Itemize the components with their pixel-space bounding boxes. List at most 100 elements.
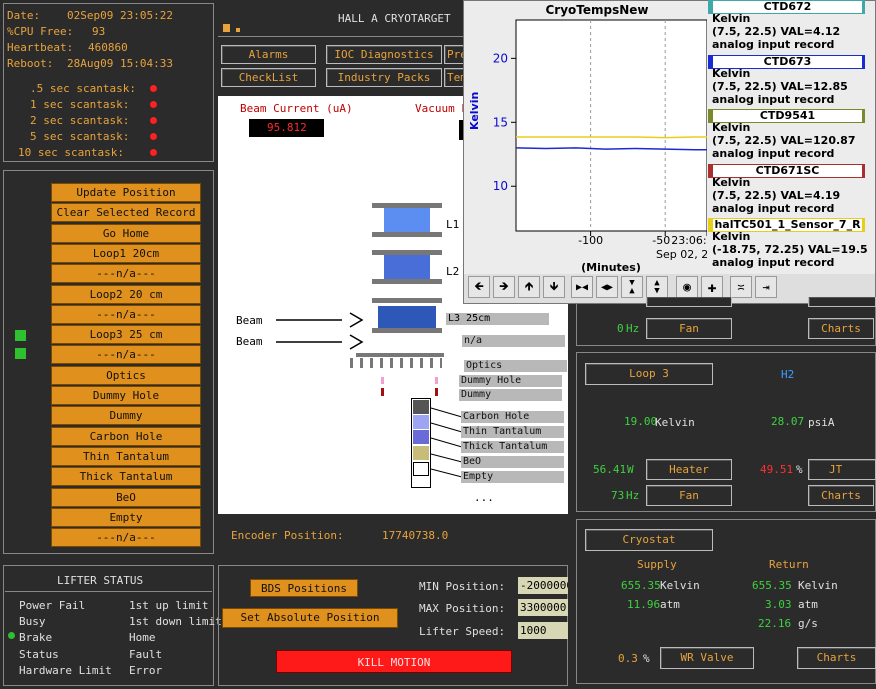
legend-series-type: analog input record bbox=[712, 38, 835, 51]
auto-scale-icon[interactable]: ◉ bbox=[676, 276, 698, 298]
lifter-flag-label: Hardware Limit bbox=[19, 664, 112, 677]
max-position-input[interactable]: 3300000 bbox=[518, 599, 568, 616]
target-button[interactable]: Optics bbox=[51, 365, 201, 385]
loop3-jt-valve-button[interactable]: JT Valve bbox=[808, 459, 876, 480]
cryostat-charts-button[interactable]: Charts bbox=[797, 647, 876, 669]
loop2-jt-valve-button[interactable] bbox=[808, 297, 876, 307]
set-absolute-position-button[interactable]: Set Absolute Position bbox=[222, 608, 398, 628]
lifter-flag-label: Home bbox=[129, 631, 156, 644]
loop3-cell bbox=[378, 306, 436, 328]
target-button[interactable]: ---n/a--- bbox=[51, 528, 201, 548]
dummy-marker bbox=[435, 388, 438, 396]
dummy-position-bar: Dummy bbox=[459, 389, 562, 401]
return-temperature-value: 655.35 bbox=[752, 579, 792, 592]
target-button[interactable]: Clear Selected Record bbox=[51, 203, 201, 223]
target-button[interactable]: Thick Tantalum bbox=[51, 467, 201, 487]
ioc-diagnostics-button[interactable]: IOC Diagnostics bbox=[326, 45, 442, 64]
legend-series-range: (7.5, 22.5) VAL=12.85 bbox=[712, 79, 848, 93]
target-button[interactable]: Carbon Hole bbox=[51, 426, 201, 446]
brake-indicator bbox=[8, 632, 15, 639]
loop3-cell-frame bbox=[372, 298, 442, 303]
loop3-heater-button[interactable]: Heater bbox=[646, 459, 732, 480]
thin-tantalum-position-bar: Thin Tantalum bbox=[461, 426, 564, 438]
min-position-label: MIN Position: bbox=[419, 580, 506, 593]
loop3-heater-power-value: 56.41 bbox=[593, 463, 627, 476]
supply-pressure-value: 11.96 bbox=[627, 598, 661, 611]
reboot-label: Reboot: bbox=[7, 57, 54, 70]
pan-left-icon[interactable]: 🡸 bbox=[468, 276, 490, 298]
date-label: Date: bbox=[7, 9, 41, 22]
loop2-charts-button[interactable]: Charts bbox=[808, 318, 874, 339]
loop2-fan-button[interactable]: Fan bbox=[646, 318, 732, 339]
target-button[interactable]: BeO bbox=[51, 487, 201, 507]
encoder-position-value: 17740738.0 bbox=[382, 529, 449, 542]
loop3-fan-frequency-unit: Hz bbox=[626, 489, 640, 502]
loop3-fan-frequency-value: 73 bbox=[611, 489, 625, 502]
loop2-heater-button[interactable] bbox=[646, 297, 732, 307]
reboot-value: 28Aug09 15:04:33 bbox=[67, 57, 173, 70]
target-ladder bbox=[372, 200, 442, 400]
loop2-cell bbox=[384, 255, 430, 279]
loop3-pressure-value: 28.07 bbox=[771, 415, 805, 428]
return-temperature-unit: Kelvin bbox=[798, 579, 838, 592]
wr-valve-unit: % bbox=[643, 652, 650, 665]
zoom-out-horizontal-icon[interactable]: ◀▶ bbox=[596, 276, 618, 298]
loop3-fan-button[interactable]: Fan bbox=[646, 485, 732, 506]
target-button[interactable]: ---n/a--- bbox=[51, 264, 201, 284]
empty-slot bbox=[413, 462, 429, 476]
industry-packs-button[interactable]: Industry Packs bbox=[326, 68, 442, 87]
target-button[interactable]: ---n/a--- bbox=[51, 304, 201, 324]
min-position-input[interactable]: -2000000 bbox=[518, 577, 568, 594]
pan-up-icon[interactable]: 🡹 bbox=[518, 276, 540, 298]
jump-to-present-icon[interactable]: ⇥ bbox=[755, 276, 777, 298]
zoom-out-vertical-icon[interactable]: ▲ ▼ bbox=[646, 276, 668, 298]
temperature-strip-chart[interactable]: 10 15 20 Kelvin CryoTempsNew -100 -5023:06:11S… bbox=[464, 0, 707, 274]
legend-series-unit: Kelvin bbox=[712, 121, 751, 134]
lifter-speed-input[interactable]: 1000 bbox=[518, 622, 568, 639]
target-button[interactable]: Loop3 25 cm bbox=[51, 325, 201, 345]
loop1-cell bbox=[384, 208, 430, 232]
empty-position-bar: Empty bbox=[461, 471, 564, 483]
loop3-button[interactable]: Loop 3 bbox=[585, 363, 713, 385]
target-button[interactable]: ---n/a--- bbox=[51, 345, 201, 365]
solid-target-frame bbox=[356, 353, 444, 357]
chart-toolbar-overflow bbox=[780, 276, 874, 298]
zoom-in-horizontal-icon[interactable]: ▶◀ bbox=[571, 276, 593, 298]
target-button[interactable]: Loop2 20 cm bbox=[51, 284, 201, 304]
target-button[interactable]: Loop1 20cm bbox=[51, 243, 201, 263]
cryostat-button[interactable]: Cryostat bbox=[585, 529, 713, 551]
beo-position-bar: BeO bbox=[461, 456, 564, 468]
scantask-alarm-indicator bbox=[150, 85, 157, 92]
target-button[interactable]: Update Position bbox=[51, 183, 201, 202]
plot-area[interactable] bbox=[515, 19, 707, 232]
dummy-marker bbox=[381, 388, 384, 396]
alarms-button[interactable]: Alarms bbox=[221, 45, 316, 64]
legend-series-range: (7.5, 22.5) VAL=4.12 bbox=[712, 25, 841, 38]
target-button[interactable]: Go Home bbox=[51, 223, 201, 243]
checklist-button[interactable]: CheckList bbox=[221, 68, 316, 87]
kill-motion-button[interactable]: KILL MOTION bbox=[276, 650, 512, 673]
legend-series-unit: Kelvin bbox=[712, 66, 751, 80]
target-button[interactable]: Empty bbox=[51, 507, 201, 527]
loop3-charts-button[interactable]: Charts bbox=[808, 485, 874, 506]
pan-right-icon[interactable]: 🡺 bbox=[493, 276, 515, 298]
bds-positions-button[interactable]: BDS Positions bbox=[250, 579, 358, 597]
wr-valve-value: 0.3 bbox=[618, 652, 638, 665]
y-axis-label: Kelvin bbox=[468, 92, 481, 130]
legend-series-type: analog input record bbox=[712, 92, 835, 106]
legend-series-range: (7.5, 22.5) VAL=120.87 bbox=[712, 134, 856, 147]
reset-zoom-icon[interactable]: ✚ bbox=[701, 276, 723, 298]
legend-series-unit: Kelvin bbox=[712, 175, 751, 189]
header-logo-block bbox=[236, 28, 240, 32]
target-button[interactable]: Dummy Hole bbox=[51, 386, 201, 405]
target-button[interactable]: Thin Tantalum bbox=[51, 446, 201, 466]
thin-tantalum-slot bbox=[413, 415, 429, 429]
max-position-label: MAX Position: bbox=[419, 602, 506, 615]
wr-valve-button[interactable]: WR Valve bbox=[660, 647, 754, 669]
pan-down-icon[interactable]: 🡻 bbox=[543, 276, 565, 298]
target-button[interactable]: Dummy bbox=[51, 406, 201, 426]
cpu-value: 93 bbox=[92, 25, 106, 38]
zoom-in-vertical-icon[interactable]: ▼ ▲ bbox=[621, 276, 643, 298]
plot-style-icon[interactable]: ≍ bbox=[730, 276, 752, 298]
loop3-fluid-label: H2 bbox=[781, 368, 795, 381]
